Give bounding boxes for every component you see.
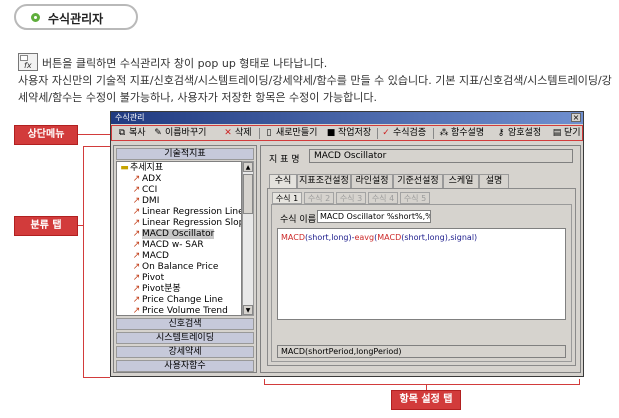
formula-manager-dialog: 수식관리 × ⧉ 복사 ✎ 이름바꾸기 ✕ 삭제 ▯ 새로만들기 ■ 작업저장 ✓ 수식검증… [110,111,584,377]
formula-editor-area: 수식 이름 MACD Oscillator %short%,% MACD(sho… [271,204,572,362]
scroll-up-icon[interactable]: ▲ [243,162,253,172]
tree-item[interactable]: ↗ On Balance Price [131,262,219,273]
item-settings-panel: 지 표 명 MACD Oscillator 수식 지표조건설정 라인설정 기준선… [260,145,581,373]
indicator-name-label: 지 표 명 [269,155,300,165]
indicator-tree[interactable]: ▬추세지표 ↗ ADX ↗ CCI ↗ DMI ↗ Linear Regression … [116,161,242,316]
chart-icon: ↗ [132,207,141,217]
dialog-titlebar: 수식관리 × [111,112,583,124]
category-header-technical[interactable]: 기술적지표 [116,148,254,160]
tab-baseline[interactable]: 기준선설정 [393,174,443,188]
subtab-formula-4[interactable]: 수식 4 [368,192,398,204]
scroll-down-icon[interactable]: ▼ [243,305,253,315]
description-line-2: 사용자 자신만의 기술적 지표/신호검색/시스템트레이딩/강세약세/함수를 만들… [18,74,612,104]
category-panel: 기술적지표 ▬추세지표 ↗ ADX ↗ CCI ↗ DMI ↗ Linear Regre… [113,145,257,373]
category-system-trading[interactable]: 시스템트레이딩 [116,332,254,344]
tab-formula[interactable]: 수식 [269,174,297,188]
section-title: 수식관리자 [48,12,104,26]
chart-icon: ↗ [132,229,141,239]
function-signature: MACD(shortPeriod,longPeriod) [277,345,566,358]
tree-folder[interactable]: ▬추세지표 [119,163,163,174]
category-user-function[interactable]: 사용자함수 [116,360,254,372]
tab-scale[interactable]: 스케일 [443,174,479,188]
subtab-formula-2[interactable]: 수식 2 [304,192,334,204]
chart-icon: ↗ [132,251,141,261]
indicator-name-field[interactable]: MACD Oscillator [309,149,573,163]
chart-icon: ↗ [132,185,141,195]
subtab-formula-3[interactable]: 수식 3 [336,192,366,204]
chart-icon: ↗ [132,240,141,250]
formula-name-field[interactable]: MACD Oscillator %short%,% [317,210,431,223]
window-close-icon[interactable]: × [571,113,581,122]
chart-icon: ↗ [132,174,141,184]
chart-icon: ↗ [132,262,141,272]
callout-top-menu: 상단메뉴 [14,125,78,145]
tab-line[interactable]: 라인설정 [351,174,393,188]
tree-item[interactable]: ↗ Pivot [131,273,164,284]
dialog-title: 수식관리 [115,113,145,122]
bullet-icon [31,13,40,22]
description-line-1: 버튼을 클릭하면 수식관리자 창이 pop up 형태로 나타납니다. [42,57,328,70]
category-signal-search[interactable]: 신호검색 [116,318,254,330]
chart-icon: ↗ [132,306,141,316]
formula-tab-body: 수식 1 수식 2 수식 3 수식 4 수식 5 수식 이름 MACD Osci… [267,188,576,366]
formula-textarea[interactable]: MACD(short,long)-eavg(MACD(short,long),s… [277,228,566,320]
tree-item[interactable]: ↗ Price Volume Trend [131,306,228,316]
section-header: 수식관리자 [14,4,138,30]
formula-manager-icon: fx [18,53,38,71]
tab-description[interactable]: 설명 [479,174,509,188]
tree-item[interactable]: ↗ Linear Regression Line [131,207,241,218]
chart-icon: ↗ [132,273,141,283]
chart-icon: ↗ [132,284,141,294]
tree-item-selected[interactable]: ↗ MACD Oscillator [131,229,215,240]
callout-category-tab: 분류 탭 [14,216,78,236]
formula-name-label: 수식 이름 [280,215,316,225]
tree-item[interactable]: ↗ MACD w- SAR [131,240,204,251]
callout-item-settings-tab: 항목 설정 탭 [391,390,461,410]
tree-item[interactable]: ↗ ADX [131,174,162,185]
chart-icon: ↗ [132,218,141,228]
category-strength[interactable]: 강세약세 [116,346,254,358]
tree-item[interactable]: ↗ CCI [131,185,158,196]
subtab-formula-5[interactable]: 수식 5 [400,192,430,204]
folder-icon: ▬ [120,163,129,173]
tab-condition[interactable]: 지표조건설정 [297,174,351,188]
chart-icon: ↗ [132,196,141,206]
subtab-formula-1[interactable]: 수식 1 [272,192,302,204]
tree-item[interactable]: ↗ MACD [131,251,169,262]
chart-icon: ↗ [132,295,141,305]
tree-item[interactable]: ↗ Price Change Line [131,295,223,306]
scroll-thumb[interactable] [243,174,253,214]
tree-item[interactable]: ↗ Linear Regression Slope [131,218,241,229]
tree-item[interactable]: ↗ Pivot분봉 [131,284,181,295]
tree-item[interactable]: ↗ DMI [131,196,160,207]
tree-scrollbar[interactable]: ▲ ▼ [242,161,254,316]
